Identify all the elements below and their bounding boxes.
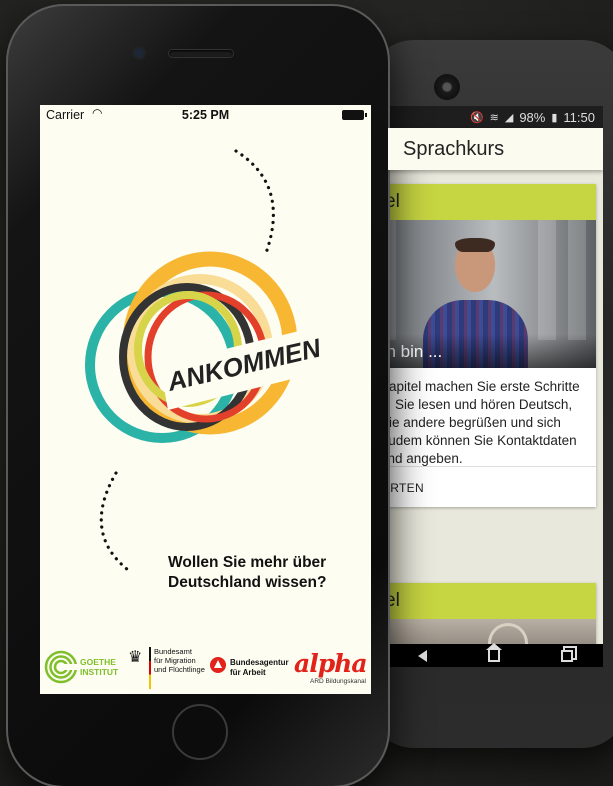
course-list[interactable]: el ch bin ... Kapitel machen Sie erste S… (388, 170, 603, 644)
bamf-logo: ♛ Bundesamt für Migration und Flüchtling… (128, 645, 210, 691)
bundesagentur-logo: Bundesagentur für Arbeit (210, 657, 290, 681)
description-line: Kapitel machen Sie erste Schritte (388, 379, 580, 394)
lesson-card-title: el (388, 583, 596, 619)
alpha-subtitle: ARD Bildungskanal (310, 678, 367, 685)
partner-logos: GOETHE INSTITUT ♛ Bundesamt für Migratio… (40, 639, 371, 694)
home-button[interactable] (172, 704, 228, 760)
ba-mark-icon (210, 657, 226, 673)
logo-text: GOETHE (80, 657, 116, 667)
iphone-screen: Carrier ◠ 5:25 PM ANKOMMEN Wollen Sie me… (40, 105, 371, 694)
back-icon[interactable] (418, 650, 428, 662)
alpha-logo: alpha ARD Bildungskanal (294, 649, 370, 689)
lesson-photo[interactable] (388, 619, 596, 644)
android-screen: 🔇 ≋ ◢ 98% ▮ 11:50 Sprachkurs el ch bin .… (388, 106, 603, 667)
dotted-arc-top (234, 149, 275, 255)
question-text: Wollen Sie mehr über Deutschland wissen? (168, 553, 326, 593)
app-bar: Sprachkurs (388, 128, 603, 170)
lesson-description: Kapitel machen Sie erste Schritte n. Sie… (388, 368, 596, 466)
home-icon[interactable] (485, 643, 502, 662)
start-lesson-button[interactable]: ARTEN (388, 467, 596, 507)
lesson-card-title: el (388, 184, 596, 220)
lesson-photo-caption: ch bin ... (388, 334, 596, 368)
logo-text: für Arbeit (230, 667, 266, 677)
logo-text: für Migration (154, 656, 196, 665)
signal-icon: ◢ (504, 111, 514, 124)
app-bar-title: Sprachkurs (403, 137, 505, 160)
dotted-arc-bottom (99, 471, 134, 575)
front-camera (134, 48, 144, 58)
iphone: Carrier ◠ 5:25 PM ANKOMMEN Wollen Sie me… (6, 4, 390, 786)
ankommen-logo: ANKOMMEN (85, 149, 340, 575)
lesson-card[interactable]: el (388, 583, 596, 644)
flag-stripe (149, 647, 151, 689)
lesson-photo[interactable]: ch bin ... (388, 220, 596, 368)
question-line: Wollen Sie mehr über (168, 554, 327, 571)
logo-text: und Flüchtlinge (154, 665, 205, 674)
question-line: Deutschland wissen? (168, 574, 327, 591)
battery-icon: ▮ (551, 111, 558, 124)
mute-icon: 🔇 (469, 111, 484, 124)
android-speaker (434, 74, 460, 100)
logo-text: INSTITUT (80, 667, 119, 677)
alpha-wordmark: alpha (294, 649, 368, 678)
android-status-bar: 🔇 ≋ ◢ 98% ▮ 11:50 (388, 106, 603, 128)
android-nav-bar (388, 643, 603, 667)
description-line: Sie andere begrüßen und sich (388, 415, 561, 430)
recents-icon[interactable] (560, 650, 573, 662)
goethe-institut-logo: GOETHE INSTITUT (44, 649, 122, 689)
goethe-rings-icon (44, 650, 79, 684)
android-clock: 11:50 (563, 109, 595, 125)
earpiece (169, 50, 233, 57)
lesson-card[interactable]: el ch bin ... Kapitel machen Sie erste S… (388, 184, 596, 507)
eagle-icon: ♛ (128, 649, 143, 666)
battery-percent: 98% (519, 109, 546, 125)
wifi-icon: ≋ (489, 111, 499, 124)
logo-text: Bundesagentur (230, 658, 289, 667)
description-line: n. Sie lesen und hören Deutsch, (388, 397, 573, 412)
logo-text: Bundesamt (154, 647, 192, 656)
description-line: Zudem können Sie Kontaktdaten (388, 433, 577, 448)
